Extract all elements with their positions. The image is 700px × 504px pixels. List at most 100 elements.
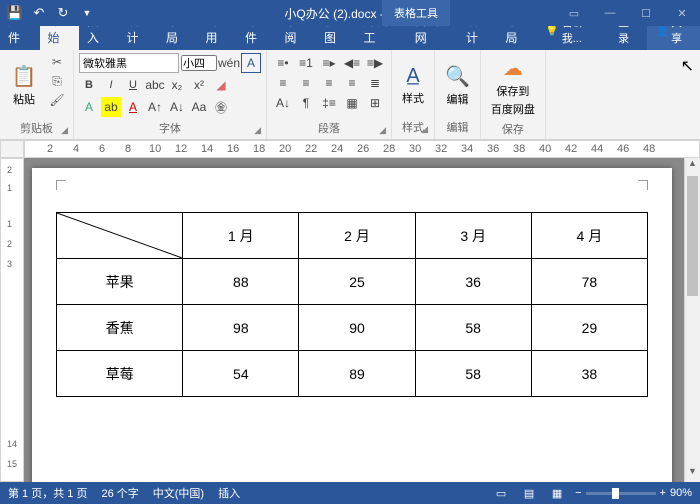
- align-center-icon[interactable]: ≡: [295, 73, 317, 93]
- shading-icon[interactable]: ▦: [341, 93, 363, 113]
- table-cell[interactable]: 58: [415, 305, 531, 351]
- zoom-handle[interactable]: [612, 488, 619, 499]
- increase-indent-icon[interactable]: ≡▶: [364, 53, 386, 73]
- table-cell[interactable]: 58: [415, 351, 531, 397]
- borders-icon[interactable]: ⊞: [364, 93, 386, 113]
- styles-button[interactable]: A̲ 样式: [398, 54, 428, 117]
- table-row: 草莓 54 89 58 38: [57, 351, 648, 397]
- table-row: 苹果 88 25 36 78: [57, 259, 648, 305]
- text-effects-icon[interactable]: A: [79, 97, 99, 117]
- table-cell[interactable]: 3 月: [415, 213, 531, 259]
- shrink-font-icon[interactable]: A↓: [167, 97, 187, 117]
- vertical-scrollbar[interactable]: ▲ ▼: [684, 158, 700, 482]
- styles-icon: A̲: [406, 65, 419, 88]
- table-cell[interactable]: 香蕉: [57, 305, 183, 351]
- grow-font-icon[interactable]: A↑: [145, 97, 165, 117]
- line-spacing-icon[interactable]: ‡≡: [318, 93, 340, 113]
- scroll-down-icon[interactable]: ▼: [685, 466, 700, 482]
- numbering-icon[interactable]: ≡1: [295, 53, 317, 73]
- table-cell[interactable]: 54: [183, 351, 299, 397]
- enclose-character-icon[interactable]: ㊎: [211, 97, 231, 117]
- paste-button[interactable]: 📋 粘贴: [5, 53, 43, 118]
- italic-button[interactable]: I: [101, 75, 121, 95]
- font-launcher-icon[interactable]: ◢: [254, 125, 261, 136]
- table-cell[interactable]: 29: [531, 305, 647, 351]
- bullets-icon[interactable]: ≡•: [272, 53, 294, 73]
- clear-formatting-icon[interactable]: ◢: [211, 75, 231, 95]
- cloud-icon: ☁: [503, 56, 523, 81]
- table-cell[interactable]: 36: [415, 259, 531, 305]
- table-cell[interactable]: 78: [531, 259, 647, 305]
- page[interactable]: 1 月 2 月 3 月 4 月 苹果 88 25 36 78 香蕉 98 90 …: [32, 168, 672, 482]
- web-layout-icon[interactable]: ▦: [547, 485, 567, 501]
- zoom-level[interactable]: 90%: [670, 487, 692, 499]
- data-table[interactable]: 1 月 2 月 3 月 4 月 苹果 88 25 36 78 香蕉 98 90 …: [56, 212, 648, 397]
- subscript-button[interactable]: x₂: [167, 75, 187, 95]
- read-mode-icon[interactable]: ▭: [491, 485, 511, 501]
- scroll-up-icon[interactable]: ▲: [685, 158, 700, 174]
- zoom-in-button[interactable]: +: [660, 487, 666, 499]
- bold-button[interactable]: B: [79, 75, 99, 95]
- close-icon[interactable]: ✕: [664, 0, 700, 26]
- page-margin-marker: [638, 180, 648, 190]
- status-words[interactable]: 26 个字: [101, 485, 138, 501]
- change-case-icon[interactable]: Aa: [189, 97, 209, 117]
- strikethrough-button[interactable]: abc: [145, 75, 165, 95]
- highlight-icon[interactable]: ab: [101, 97, 121, 117]
- ribbon-options-icon[interactable]: ▭: [556, 0, 592, 26]
- table-cell[interactable]: 1 月: [183, 213, 299, 259]
- font-color-icon[interactable]: A: [123, 97, 143, 117]
- distributed-icon[interactable]: ≣: [364, 73, 386, 93]
- table-cell[interactable]: 88: [183, 259, 299, 305]
- status-mode[interactable]: 插入: [218, 485, 240, 501]
- para-launcher-icon[interactable]: ◢: [379, 125, 386, 136]
- clipboard-launcher-icon[interactable]: ◢: [61, 125, 68, 136]
- zoom-slider[interactable]: [586, 492, 656, 495]
- justify-icon[interactable]: ≡: [341, 73, 363, 93]
- print-layout-icon[interactable]: ▤: [519, 485, 539, 501]
- table-cell[interactable]: 90: [299, 305, 415, 351]
- undo-icon[interactable]: ↶: [28, 2, 50, 24]
- decrease-indent-icon[interactable]: ◀≡: [341, 53, 363, 73]
- phonetic-guide-icon[interactable]: wén: [219, 53, 239, 73]
- scrollbar-thumb[interactable]: [687, 176, 698, 296]
- character-border-icon[interactable]: A: [241, 53, 261, 73]
- cut-icon[interactable]: ✂: [48, 55, 66, 71]
- table-cell[interactable]: 98: [183, 305, 299, 351]
- horizontal-ruler[interactable]: 2468101214161820222426283032343638404244…: [24, 140, 700, 158]
- document-canvas[interactable]: 1 月 2 月 3 月 4 月 苹果 88 25 36 78 香蕉 98 90 …: [24, 158, 684, 482]
- table-cell[interactable]: 38: [531, 351, 647, 397]
- superscript-button[interactable]: x²: [189, 75, 209, 95]
- styles-launcher-icon[interactable]: ◢: [421, 124, 428, 135]
- font-size-input[interactable]: [181, 55, 217, 71]
- save-icon[interactable]: 💾: [4, 2, 26, 24]
- table-cell[interactable]: 25: [299, 259, 415, 305]
- edit-button[interactable]: 🔍 编辑: [441, 54, 474, 117]
- table-cell[interactable]: 草莓: [57, 351, 183, 397]
- multilevel-list-icon[interactable]: ≡▸: [318, 53, 340, 73]
- qat-dropdown-icon[interactable]: ▼: [76, 2, 98, 24]
- underline-button[interactable]: U: [123, 75, 143, 95]
- table-cell[interactable]: 2 月: [299, 213, 415, 259]
- table-cell[interactable]: 89: [299, 351, 415, 397]
- save-to-baidu-button[interactable]: ☁ 保存到 百度网盘: [487, 54, 539, 119]
- diagonal-header-cell[interactable]: [57, 213, 183, 259]
- table-row: 1 月 2 月 3 月 4 月: [57, 213, 648, 259]
- maximize-icon[interactable]: ☐: [628, 0, 664, 26]
- redo-icon[interactable]: ↻: [52, 2, 74, 24]
- align-right-icon[interactable]: ≡: [318, 73, 340, 93]
- align-left-icon[interactable]: ≡: [272, 73, 294, 93]
- vertical-ruler[interactable]: 211231415: [0, 158, 24, 482]
- minimize-icon[interactable]: —: [592, 0, 628, 26]
- table-cell[interactable]: 苹果: [57, 259, 183, 305]
- show-marks-icon[interactable]: ¶: [295, 93, 317, 113]
- zoom-out-button[interactable]: −: [575, 487, 581, 499]
- format-painter-icon[interactable]: 🖌: [48, 93, 66, 109]
- table-cell[interactable]: 4 月: [531, 213, 647, 259]
- ruler-corner: [0, 140, 24, 158]
- font-name-input[interactable]: [79, 53, 179, 73]
- sort-icon[interactable]: A↓: [272, 93, 294, 113]
- status-language[interactable]: 中文(中国): [153, 485, 204, 501]
- copy-icon[interactable]: ⎘: [48, 74, 66, 90]
- status-page[interactable]: 第 1 页，共 1 页: [8, 485, 87, 501]
